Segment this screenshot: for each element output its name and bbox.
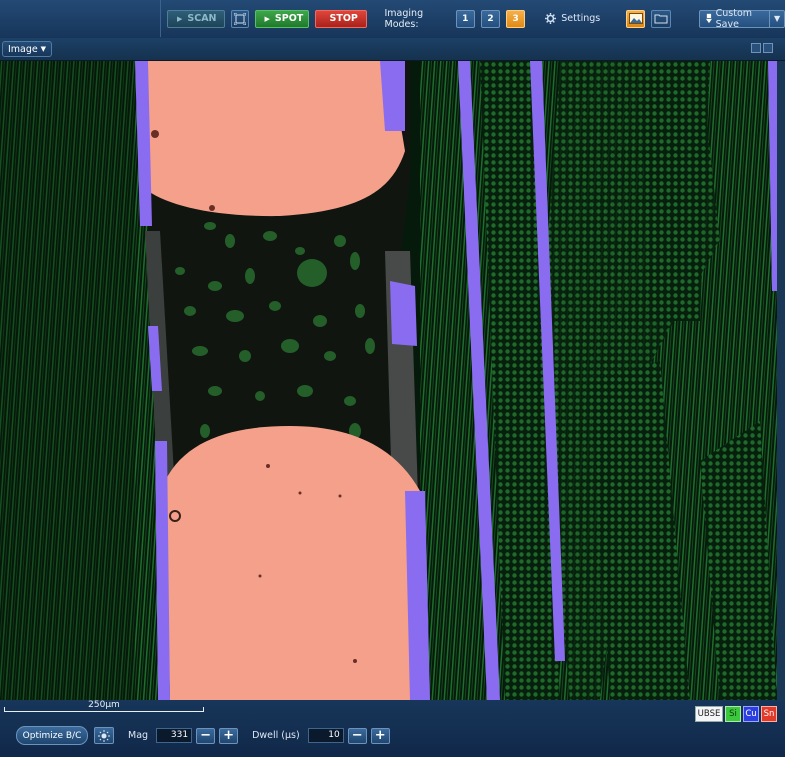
copper-pad-top [148, 61, 405, 217]
play-icon: ▶ [264, 14, 270, 23]
custom-save-button[interactable]: Custom Save ▼ [698, 7, 785, 30]
restore-icon[interactable] [751, 43, 761, 53]
maximize-icon[interactable] [763, 43, 773, 53]
scale-bar: 250µm [4, 700, 204, 712]
mag-input[interactable]: 331 [156, 728, 193, 743]
save-icon [705, 13, 712, 24]
frame-icon [233, 12, 246, 25]
brightness-icon [98, 729, 110, 742]
channel-cu-toggle[interactable]: Cu [743, 706, 759, 722]
scale-bar-label: 250µm [88, 700, 120, 710]
toolbar-controls: ▶ SCAN ▶ SPOT STOP Imaging Modes: 1 2 3 [160, 0, 785, 37]
plus-icon: + [223, 728, 235, 743]
imaging-mode-2-button[interactable]: 2 [480, 9, 501, 28]
dwell-decrease-button[interactable]: − [347, 727, 367, 744]
top-toolbar: ▶ SCAN ▶ SPOT STOP Imaging Modes: 1 2 3 [0, 0, 785, 39]
folder-icon [654, 14, 668, 24]
custom-save-dropdown[interactable]: ▼ [769, 10, 784, 27]
channel-ubse-toggle[interactable]: UBSE [695, 706, 723, 722]
play-icon: ▶ [177, 14, 183, 23]
chevron-down-icon: ▼ [773, 14, 781, 23]
spot-button-label: SPOT [274, 13, 304, 24]
auto-bc-button[interactable] [94, 727, 114, 744]
mag-label: Mag [128, 730, 149, 741]
settings-button[interactable]: Settings [545, 13, 600, 24]
imaging-modes-label: Imaging Modes: [384, 7, 424, 30]
eds-composite-map [0, 61, 777, 700]
image-panel-header: Image ▼ [0, 38, 785, 61]
fit-frame-button[interactable] [231, 9, 249, 28]
scan-button[interactable]: ▶ SCAN [167, 9, 225, 28]
image-view-label: Image [8, 43, 38, 55]
channel-sn-toggle[interactable]: Sn [761, 706, 777, 722]
dwell-increase-button[interactable]: + [370, 727, 390, 744]
minus-icon: − [200, 728, 212, 743]
settings-label: Settings [561, 13, 601, 24]
dwell-label: Dwell (µs) [252, 730, 300, 741]
acquisition-controls: Optimize B/C Mag 331 − + Dwell (µs) 10 −… [16, 726, 390, 745]
plus-icon: + [374, 728, 386, 743]
optimize-bc-button[interactable]: Optimize B/C [16, 726, 88, 745]
image-view-dropdown[interactable]: Image ▼ [2, 41, 52, 57]
export-tool-button[interactable] [651, 9, 671, 28]
mag-increase-button[interactable]: + [219, 727, 239, 744]
channel-toggles: UBSE Si Cu Sn [695, 706, 777, 722]
minus-icon: − [351, 728, 363, 743]
custom-save-label: Custom Save [715, 7, 753, 30]
sem-image-viewport[interactable] [0, 61, 777, 700]
imaging-mode-3-button[interactable]: 3 [506, 9, 526, 28]
chevron-down-icon: ▼ [40, 45, 46, 53]
channel-si-toggle[interactable]: Si [725, 706, 741, 722]
scan-button-label: SCAN [187, 13, 217, 24]
stop-button-label: STOP [329, 13, 358, 24]
image-icon [628, 13, 643, 24]
copper-pad-bottom [165, 426, 420, 700]
viewport-edge [777, 61, 785, 700]
mag-decrease-button[interactable]: − [196, 727, 216, 744]
dwell-input[interactable]: 10 [307, 728, 344, 743]
gear-icon [545, 13, 557, 24]
panel-window-controls [751, 43, 773, 53]
spot-button[interactable]: ▶ SPOT [254, 9, 309, 28]
image-tool-button[interactable] [626, 9, 646, 28]
imaging-mode-1-button[interactable]: 1 [455, 9, 475, 28]
stop-button[interactable]: STOP [314, 9, 367, 28]
